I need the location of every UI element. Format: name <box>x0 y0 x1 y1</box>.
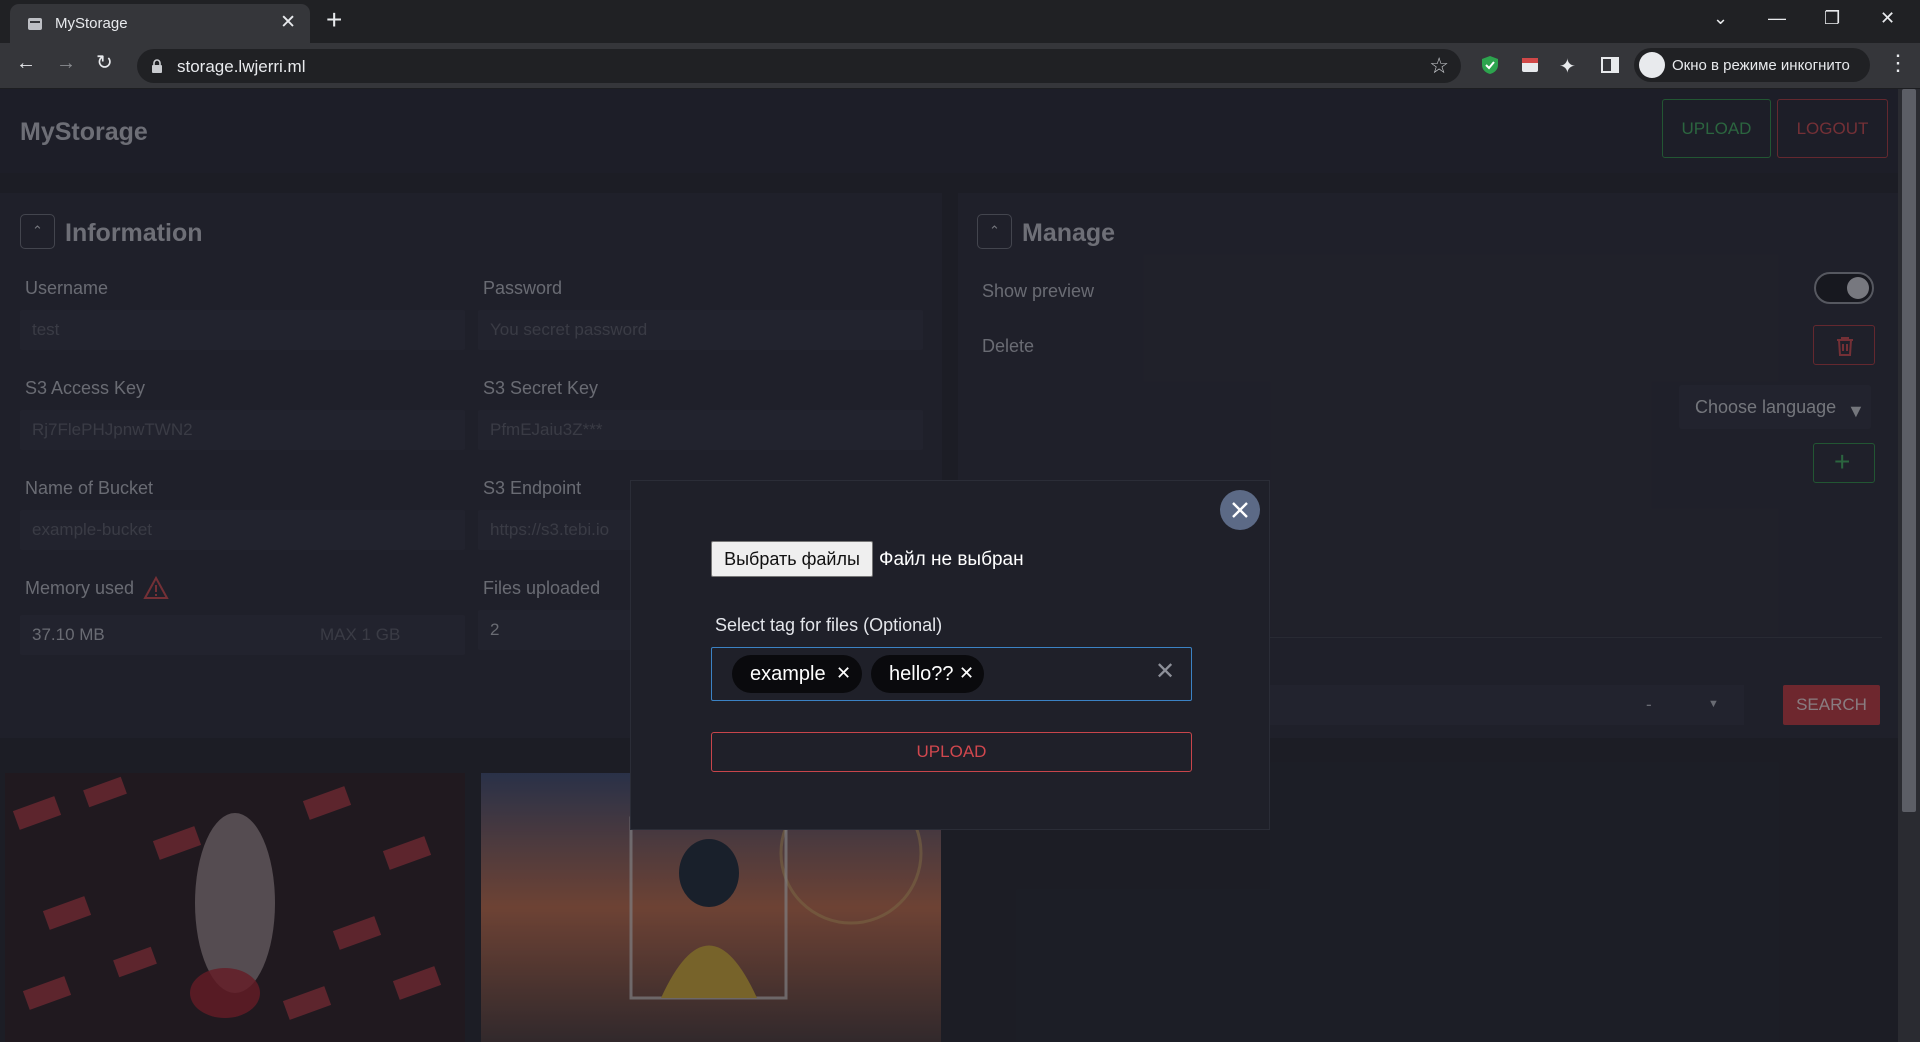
tag-chip: example ✕ <box>732 655 862 693</box>
url-text: storage.lwjerri.ml <box>177 57 306 76</box>
choose-files-button[interactable]: Выбрать файлы <box>711 541 873 577</box>
new-tab-icon[interactable]: + <box>326 6 342 34</box>
window-close-icon[interactable]: ✕ <box>1880 9 1895 27</box>
address-bar[interactable]: storage.lwjerri.ml ☆ <box>137 49 1461 83</box>
extension-card-icon[interactable] <box>1519 54 1541 76</box>
tab-search-icon[interactable]: ⌄ <box>1713 9 1728 27</box>
app-root: MyStorage UPLOAD LOGOUT ⌃ Information Us… <box>0 89 1898 1042</box>
scrollbar-thumb[interactable] <box>1902 89 1916 812</box>
incognito-label: Окно в режиме инкогнито <box>1672 57 1850 74</box>
shield-extension-icon[interactable] <box>1479 54 1501 76</box>
incognito-badge[interactable]: Окно в режиме инкогнито <box>1634 48 1870 82</box>
storage-favicon-icon <box>28 18 42 30</box>
reload-icon[interactable]: ↻ <box>96 53 113 73</box>
close-icon <box>1232 502 1248 518</box>
side-panel-icon[interactable] <box>1599 54 1621 76</box>
upload-modal: Выбрать файлы Файл не выбран Select tag … <box>630 480 1270 830</box>
tag-select-input[interactable]: example ✕ hello?? ✕ ✕ <box>711 647 1192 701</box>
lock-icon <box>152 59 162 73</box>
page-scrollbar[interactable] <box>1898 89 1920 1042</box>
browser-toolbar: ← → ↻ storage.lwjerri.ml ☆ ✦ Окно в режи… <box>0 43 1920 89</box>
incognito-icon <box>1639 52 1665 78</box>
browser-menu-icon[interactable]: ⋮ <box>1887 52 1909 74</box>
tag-chip: hello?? ✕ <box>871 655 984 693</box>
browser-tab-strip: MyStorage ✕ + ⌄ — ❐ ✕ <box>0 0 1920 43</box>
tag-select-label: Select tag for files (Optional) <box>715 615 943 635</box>
modal-upload-button[interactable]: UPLOAD <box>711 732 1192 772</box>
tab-close-icon[interactable]: ✕ <box>280 13 296 32</box>
tab-title: MyStorage <box>55 15 128 32</box>
remove-tag-icon[interactable]: ✕ <box>836 663 851 684</box>
extensions-puzzle-icon[interactable]: ✦ <box>1559 54 1581 78</box>
back-icon[interactable]: ← <box>16 53 36 73</box>
forward-icon[interactable]: → <box>56 53 76 73</box>
remove-tag-icon[interactable]: ✕ <box>959 663 974 684</box>
modal-close-button[interactable] <box>1220 490 1260 530</box>
restore-icon[interactable]: ❐ <box>1824 9 1840 27</box>
bookmark-star-icon[interactable]: ☆ <box>1429 53 1449 79</box>
file-status: Файл не выбран <box>879 549 1024 570</box>
clear-tags-icon[interactable]: ✕ <box>1155 660 1175 684</box>
browser-tab[interactable]: MyStorage ✕ <box>10 4 310 43</box>
minimize-icon[interactable]: — <box>1768 9 1786 27</box>
